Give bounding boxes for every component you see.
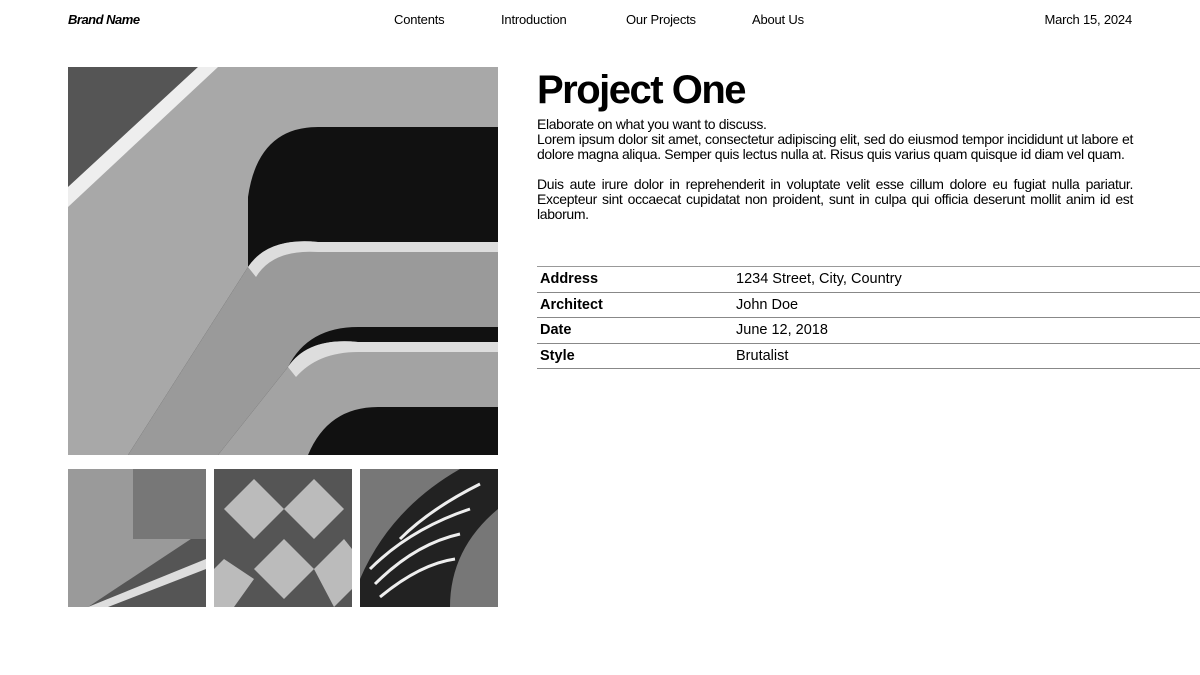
row-value: Brutalist xyxy=(736,347,789,364)
row-label: Address xyxy=(540,271,599,287)
details-table: Address 1234 Street, City, Country Archit… xyxy=(537,266,1200,369)
row-value: 1234 Street, City, Country xyxy=(736,271,902,287)
main-building-photo xyxy=(68,67,498,455)
row-label: Architect xyxy=(540,296,603,313)
building-thumbnail-3 xyxy=(360,469,498,607)
subtitle: Elaborate on what you want to discuss. xyxy=(537,116,767,132)
row-label: Date xyxy=(540,322,572,338)
paragraph-1: Lorem ipsum dolor sit amet, consectetur … xyxy=(537,131,1133,162)
brand-name: Brand Name xyxy=(68,12,140,27)
nav-introduction[interactable]: Introduction xyxy=(501,12,567,27)
nav-about-us[interactable]: About Us xyxy=(752,12,804,27)
building-thumbnail-2 xyxy=(214,469,352,607)
description: Elaborate on what you want to discuss. Lo… xyxy=(537,117,1133,222)
row-value: June 12, 2018 xyxy=(736,322,828,338)
paragraph-2: Duis aute irure dolor in reprehenderit i… xyxy=(537,176,1133,222)
table-row: Architect John Doe xyxy=(537,293,1200,318)
table-row: Address 1234 Street, City, Country xyxy=(537,267,1200,293)
building-thumbnail-1 xyxy=(68,469,206,607)
table-row: Style Brutalist xyxy=(537,344,1200,369)
table-row: Date June 12, 2018 xyxy=(537,318,1200,344)
header-date: March 15, 2024 xyxy=(1044,12,1132,27)
nav-our-projects[interactable]: Our Projects xyxy=(626,12,696,27)
row-value: John Doe xyxy=(736,296,799,313)
page-title: Project One xyxy=(537,68,747,112)
nav-contents[interactable]: Contents xyxy=(394,12,445,27)
row-label: Style xyxy=(540,347,575,364)
